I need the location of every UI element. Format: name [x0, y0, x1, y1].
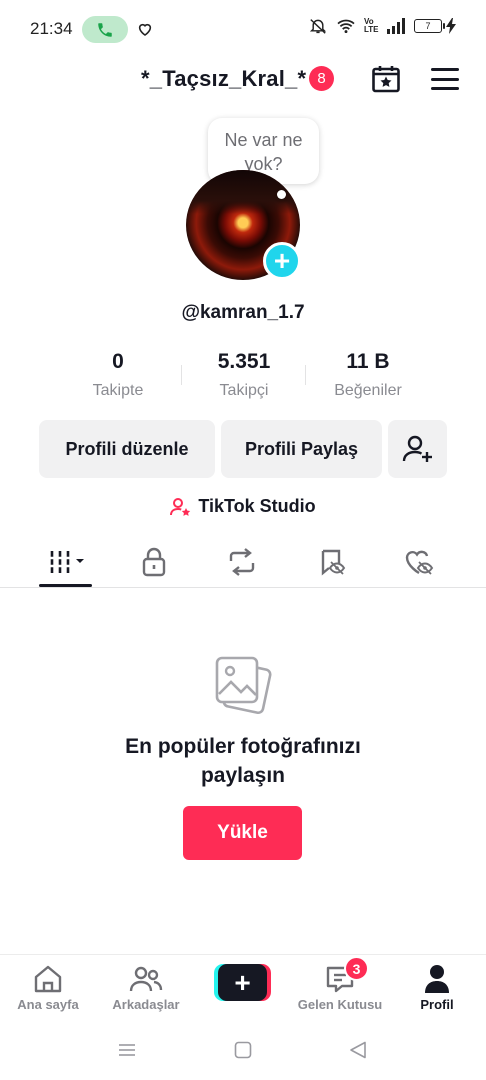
wifi-icon	[337, 19, 355, 34]
active-tab-indicator	[39, 584, 92, 587]
stat-following-value: 0	[112, 350, 124, 373]
nav-inbox[interactable]: Gelen Kutusu	[292, 963, 388, 1012]
stat-followers-value: 5.351	[217, 350, 271, 373]
tab-videos[interactable]	[46, 544, 86, 580]
profile-stats: 0 Takipte 5.351 Takipçi 11 B Beğeniler	[0, 350, 486, 410]
stat-divider	[305, 365, 306, 385]
videos-grid-icon	[49, 551, 84, 573]
empty-state-line2: paylaşın	[200, 764, 286, 787]
ongoing-call-pill[interactable]	[82, 16, 128, 43]
system-navigation	[0, 1030, 486, 1080]
volte-label: Vo LTE	[364, 17, 379, 34]
empty-state-title: En popüler fotoğrafınızı paylaşın	[0, 732, 486, 790]
nav-friends-label: Arkadaşlar	[112, 997, 180, 1012]
profile-icon	[425, 965, 449, 993]
stat-following-label: Takipte	[92, 382, 144, 399]
nav-inbox-label: Gelen Kutusu	[297, 997, 383, 1012]
menu-line	[431, 68, 459, 71]
lock-icon	[142, 547, 166, 577]
menu-line	[431, 77, 459, 81]
inbox-count-badge: 3	[344, 956, 369, 981]
nav-home-label: Ana sayfa	[17, 997, 79, 1012]
bottom-navigation: Ana sayfa Arkadaşlar + Gelen Kutusu Prof…	[0, 954, 486, 1020]
signal-icon	[387, 18, 405, 34]
stat-likes-value: 11 B	[346, 350, 390, 373]
stat-likes[interactable]: 11 B Beğeniler	[318, 350, 418, 400]
note-text-line1: Ne var ne	[224, 130, 303, 150]
recents-icon[interactable]	[117, 1040, 137, 1060]
content-tabs	[0, 540, 486, 588]
studio-user-star-icon	[170, 497, 191, 516]
menu-line	[431, 87, 459, 90]
create-button[interactable]: +	[214, 964, 271, 1001]
add-user-icon	[402, 435, 432, 462]
calendar-star-icon	[372, 66, 400, 93]
add-friend-button[interactable]	[388, 420, 447, 478]
stat-following[interactable]: 0 Takipte	[78, 350, 158, 400]
nav-friends[interactable]: Arkadaşlar	[98, 963, 194, 1012]
edit-profile-button[interactable]: Profili düzenle	[39, 420, 215, 478]
profile-header: *_Taçsız_Kral_* 8	[0, 58, 486, 100]
nav-home[interactable]: Ana sayfa	[0, 963, 96, 1012]
liked-hidden-icon	[405, 550, 434, 575]
stat-divider	[181, 365, 182, 385]
profile-handle: @kamran_1.7	[181, 302, 305, 323]
charging-icon	[446, 18, 456, 34]
profile-username[interactable]: *_Taçsız_Kral_*	[141, 66, 306, 92]
empty-state-line1: En popüler fotoğrafınızı	[125, 735, 361, 758]
friends-icon	[129, 966, 163, 992]
nav-profile-label: Profil	[420, 997, 454, 1012]
menu-button[interactable]	[431, 68, 459, 90]
photos-icon	[215, 656, 272, 715]
calendar-star-button[interactable]	[371, 64, 401, 94]
battery-level: 7	[425, 21, 431, 31]
stat-followers-label: Takipçi	[219, 382, 269, 399]
studio-label: TikTok Studio	[198, 496, 316, 516]
battery-icon: 7	[414, 19, 445, 33]
upload-button[interactable]: Yükle	[183, 806, 302, 860]
tab-private[interactable]	[134, 544, 174, 580]
home-icon	[34, 965, 62, 993]
status-icons: Vo LTE 7	[308, 18, 456, 34]
tab-favorites[interactable]	[312, 544, 352, 580]
stat-likes-label: Beğeniler	[334, 382, 402, 399]
tab-reposts[interactable]	[222, 544, 262, 580]
tab-liked[interactable]	[400, 544, 440, 580]
status-bar: 21:34 Vo LTE 7	[0, 0, 486, 60]
phone-icon	[98, 22, 112, 37]
plus-icon: +	[218, 964, 267, 1001]
nav-profile[interactable]: Profil	[389, 963, 485, 1012]
note-bubble-tail	[277, 190, 286, 199]
stat-followers[interactable]: 5.351 Takipçi	[196, 350, 292, 400]
back-triangle-icon[interactable]	[348, 1040, 368, 1060]
status-time: 21:34	[30, 19, 73, 38]
add-story-button[interactable]: +	[263, 242, 301, 280]
mute-icon	[309, 19, 327, 34]
repost-icon	[229, 548, 255, 576]
account-notification-badge[interactable]: 8	[309, 66, 334, 91]
share-profile-button[interactable]: Profili Paylaş	[221, 420, 382, 478]
heart-status-icon	[138, 23, 152, 36]
home-square-icon[interactable]	[233, 1040, 253, 1060]
favorites-hidden-icon	[321, 549, 346, 576]
tiktok-studio-link[interactable]: TikTok Studio	[0, 496, 486, 517]
